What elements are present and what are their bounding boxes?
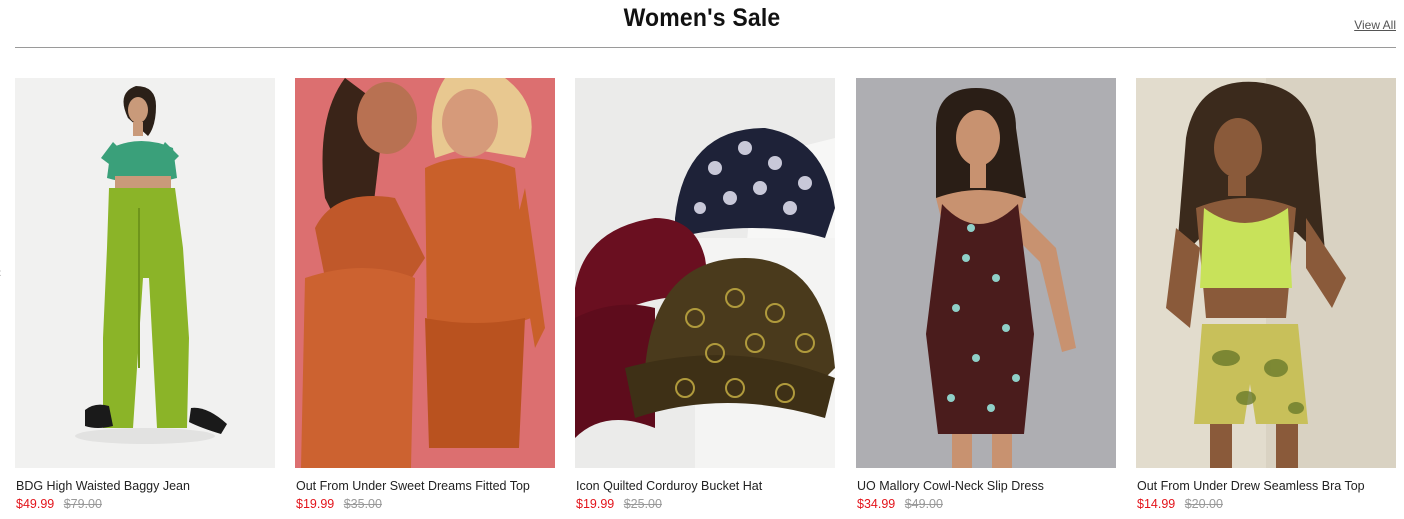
product-image[interactable]: [575, 78, 835, 468]
sale-price: $14.99: [1137, 497, 1176, 511]
product-prices: $14.99 $20.00: [1137, 497, 1223, 511]
sale-price: $49.99: [16, 497, 55, 511]
product-image[interactable]: [295, 78, 555, 468]
product-name[interactable]: UO Mallory Cowl-Neck Slip Dress: [857, 479, 1117, 493]
original-price: $35.00: [343, 497, 382, 511]
product-card[interactable]: Out From Under Drew Seamless Bra Top $14…: [1136, 78, 1396, 518]
product-name[interactable]: Icon Quilted Corduroy Bucket Hat: [576, 479, 836, 493]
product-prices: $19.99 $35.00: [296, 497, 382, 511]
product-name[interactable]: BDG High Waisted Baggy Jean: [16, 479, 276, 493]
sale-price: $19.99: [296, 497, 335, 511]
product-prices: $34.99 $49.00: [857, 497, 943, 511]
product-prices: $49.99 $79.00: [16, 497, 102, 511]
original-price: $79.00: [63, 497, 102, 511]
header-divider: [15, 47, 1396, 48]
original-price: $25.00: [623, 497, 662, 511]
product-image[interactable]: [15, 78, 275, 468]
sale-price: $19.99: [576, 497, 615, 511]
product-carousel: BDG High Waisted Baggy Jean $49.99 $79.0…: [15, 78, 1396, 519]
section-header: Women's Sale View All: [0, 0, 1404, 48]
original-price: $20.00: [1184, 497, 1223, 511]
product-prices: $19.99 $25.00: [576, 497, 662, 511]
product-card[interactable]: Out From Under Sweet Dreams Fitted Top $…: [295, 78, 555, 518]
sale-price: $34.99: [857, 497, 896, 511]
product-card[interactable]: BDG High Waisted Baggy Jean $49.99 $79.0…: [15, 78, 275, 518]
product-name[interactable]: Out From Under Drew Seamless Bra Top: [1137, 479, 1397, 493]
original-price: $49.00: [904, 497, 943, 511]
carousel-prev-arrow-icon[interactable]: ‹: [0, 262, 3, 282]
product-image[interactable]: [856, 78, 1116, 468]
section-title: Women's Sale: [623, 4, 781, 32]
product-image[interactable]: [1136, 78, 1396, 468]
product-name[interactable]: Out From Under Sweet Dreams Fitted Top: [296, 479, 556, 493]
product-card[interactable]: UO Mallory Cowl-Neck Slip Dress $34.99 $…: [856, 78, 1116, 518]
view-all-link[interactable]: View All: [1354, 18, 1396, 32]
product-card[interactable]: Icon Quilted Corduroy Bucket Hat $19.99 …: [575, 78, 835, 518]
